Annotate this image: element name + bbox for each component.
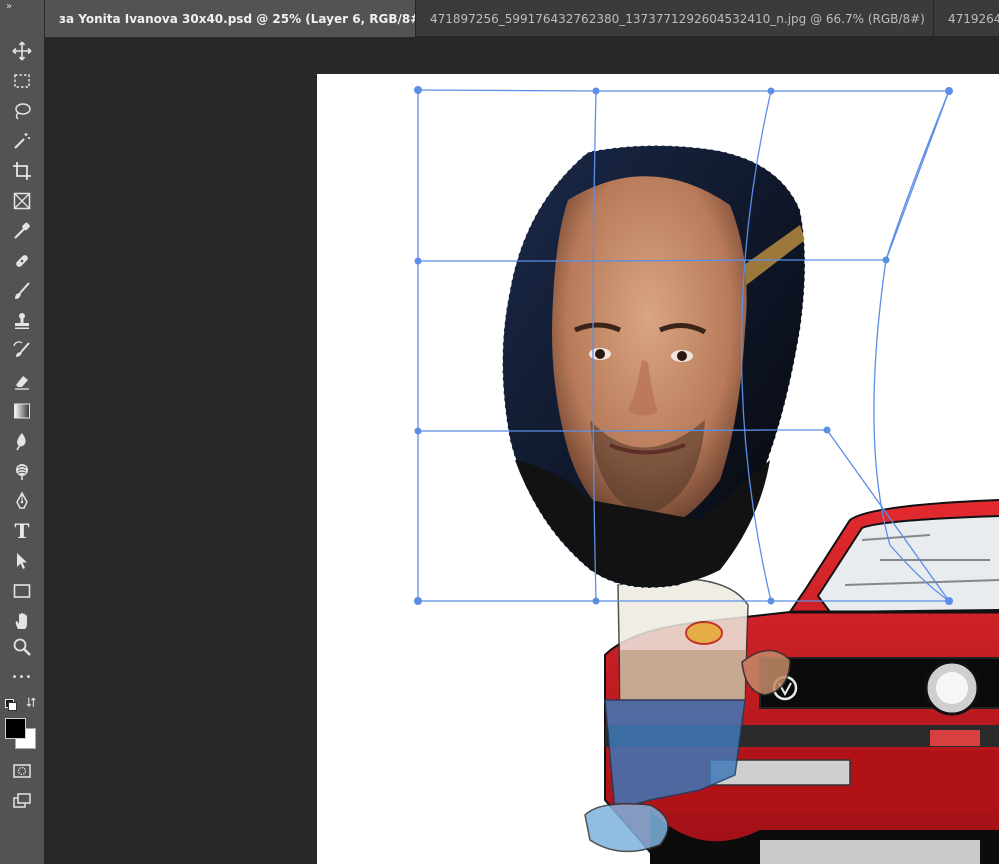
eraser-icon bbox=[15, 376, 29, 390]
frame-button[interactable] bbox=[7, 188, 37, 214]
lasso-icon bbox=[15, 103, 31, 120]
move-tool-button[interactable] bbox=[7, 38, 37, 64]
crop-icon bbox=[13, 162, 31, 180]
magic-wand-button[interactable] bbox=[7, 128, 37, 154]
zoom-icon bbox=[13, 638, 31, 656]
tab-yonita-psd[interactable]: за Yonita Ivanova 30x40.psd @ 25% (Layer… bbox=[45, 0, 416, 37]
hand-icon bbox=[15, 613, 27, 629]
frame-icon bbox=[13, 192, 31, 210]
brush-icon bbox=[15, 282, 30, 299]
quick-mask-button[interactable] bbox=[7, 758, 37, 784]
crop-button[interactable] bbox=[7, 158, 37, 184]
healing-brush-icon bbox=[16, 255, 28, 267]
pen-button[interactable] bbox=[7, 488, 37, 514]
healing-brush-button[interactable] bbox=[7, 248, 37, 274]
gradient-icon bbox=[14, 403, 30, 419]
foreground-color-swatch[interactable] bbox=[5, 718, 26, 739]
lasso-button[interactable] bbox=[7, 98, 37, 124]
pen-icon bbox=[16, 491, 28, 509]
document-canvas[interactable] bbox=[45, 37, 999, 864]
document-tab-bar: за Yonita Ivanova 30x40.psd @ 25% (Layer… bbox=[45, 0, 999, 37]
rectangular-marquee-icon bbox=[14, 74, 30, 88]
more-tools-icon: ••• bbox=[11, 671, 33, 683]
tools-panel: » T ••• ⮃ bbox=[0, 0, 45, 864]
swap-colors-icon[interactable]: ⮃ bbox=[26, 697, 36, 710]
rectangular-marquee-button[interactable] bbox=[7, 68, 37, 94]
hand-button[interactable] bbox=[7, 608, 37, 634]
move-tool-icon bbox=[12, 41, 32, 61]
tab-jpg-file[interactable]: 471897256_599176432762380_13737712926045… bbox=[416, 0, 934, 37]
blur-icon bbox=[16, 433, 26, 451]
type-button[interactable]: T bbox=[7, 518, 37, 544]
eyedropper-button[interactable] bbox=[7, 218, 37, 244]
magic-wand-icon bbox=[14, 133, 30, 149]
blur-button[interactable] bbox=[7, 428, 37, 454]
screen-mode-icon bbox=[13, 793, 31, 808]
eyedropper-icon bbox=[14, 222, 30, 239]
eraser-button[interactable] bbox=[7, 368, 37, 394]
path-selection-button[interactable] bbox=[7, 548, 37, 574]
rectangle-shape-button[interactable] bbox=[7, 578, 37, 604]
clone-stamp-button[interactable] bbox=[7, 308, 37, 334]
more-tools-button[interactable]: ••• bbox=[7, 664, 37, 690]
canvas-workspace[interactable] bbox=[45, 37, 999, 864]
type-icon: T bbox=[14, 519, 30, 543]
collapse-toolbar-button[interactable]: » bbox=[6, 2, 12, 12]
clone-stamp-icon bbox=[15, 313, 29, 329]
screen-mode-button[interactable] bbox=[7, 788, 37, 814]
tab-third-file[interactable]: 47192644 bbox=[934, 0, 999, 37]
tab-label: 47192644 bbox=[948, 11, 999, 26]
default-colors-icon[interactable] bbox=[5, 699, 17, 711]
brush-button[interactable] bbox=[7, 278, 37, 304]
rectangle-shape-icon bbox=[13, 584, 31, 598]
dodge-icon bbox=[16, 464, 28, 480]
tab-label: 471897256_599176432762380_13737712926045… bbox=[430, 11, 925, 26]
gradient-button[interactable] bbox=[7, 398, 37, 424]
dodge-button[interactable] bbox=[7, 458, 37, 484]
tab-label: за Yonita Ivanova 30x40.psd @ 25% (Layer… bbox=[59, 11, 416, 26]
path-selection-icon bbox=[17, 553, 27, 569]
history-brush-button[interactable] bbox=[7, 338, 37, 364]
history-brush-icon bbox=[13, 341, 30, 357]
quick-mask-icon bbox=[13, 764, 31, 778]
zoom-button[interactable] bbox=[7, 634, 37, 660]
